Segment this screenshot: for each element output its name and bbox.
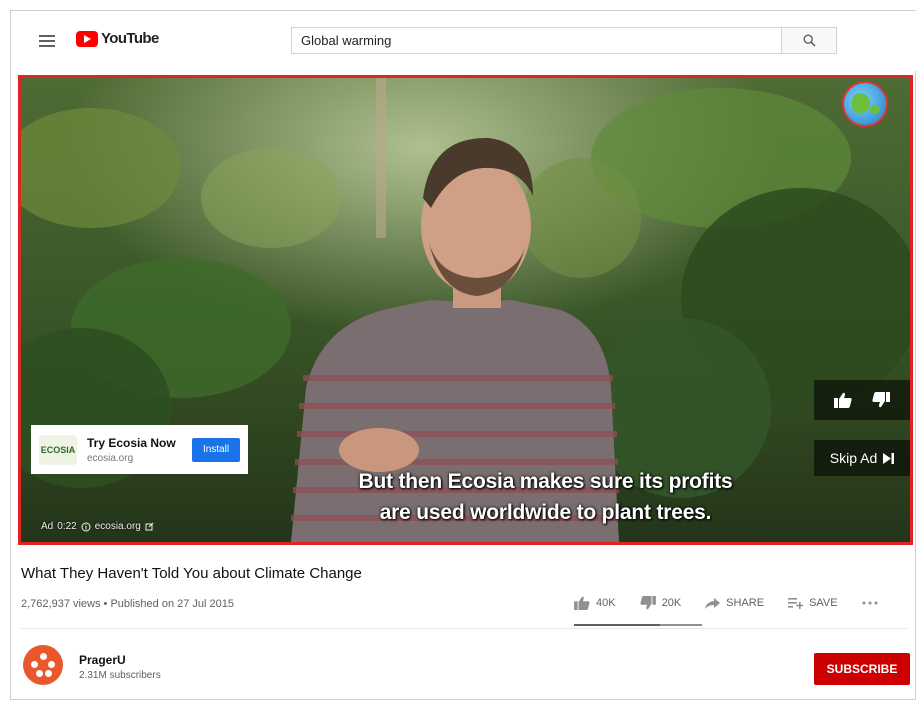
ad-domain[interactable]: ecosia.org [95, 521, 141, 532]
skip-ad-button[interactable]: Skip Ad [814, 440, 910, 476]
thumbs-down-icon[interactable] [872, 392, 890, 408]
thumbs-up-icon [574, 596, 590, 610]
search-input[interactable] [291, 27, 781, 54]
more-horizontal-icon [862, 601, 878, 605]
youtube-window: YouTube Global warming But then Ecosia m… [10, 10, 917, 700]
video-player[interactable]: But then Ecosia makes sure its profits a… [18, 75, 913, 545]
more-actions-button[interactable] [862, 601, 878, 605]
ad-feedback-box [814, 380, 910, 420]
ecosia-logo: ECOSIA [39, 434, 77, 465]
youtube-play-icon [76, 30, 98, 47]
sentiment-bar [574, 624, 702, 626]
divider [21, 628, 907, 629]
like-button[interactable]: 40K [574, 596, 616, 610]
info-icon[interactable] [81, 522, 91, 532]
subscriber-count: 2.31M subscribers [79, 670, 161, 681]
subscribe-button[interactable]: SUBSCRIBE [814, 653, 910, 685]
thumbs-down-icon [640, 596, 656, 610]
ecosia-earth-icon [842, 81, 888, 127]
save-button[interactable]: SAVE [788, 597, 838, 609]
sentiment-bar-fill [574, 624, 660, 626]
ad-card-url: ecosia.org [87, 452, 134, 464]
ad-card-title: Try Ecosia Now [87, 435, 176, 450]
top-bar: YouTube [11, 11, 917, 71]
logo-text: YouTube [101, 30, 159, 47]
search-icon [802, 34, 816, 47]
video-meta: 2,762,937 views • Published on 27 Jul 20… [21, 598, 235, 610]
ad-info: Ad 0:22 ecosia.org [41, 521, 154, 532]
skip-ad-label: Skip Ad [829, 450, 878, 466]
share-arrow-icon [705, 597, 721, 609]
video-title: What They Haven't Told You about Climate… [21, 565, 362, 582]
ad-card-text: Try Ecosia Now ecosia.org [87, 436, 192, 464]
ad-overlay-card[interactable]: ECOSIA Try Ecosia Now ecosia.org Install [31, 425, 248, 474]
ad-countdown: 0:22 [57, 521, 77, 532]
playlist-add-icon [788, 597, 804, 609]
search-bar [291, 27, 837, 54]
thumbs-up-icon[interactable] [834, 392, 852, 408]
menu-icon[interactable] [39, 35, 55, 47]
dislike-button[interactable]: 20K [640, 596, 682, 610]
share-button[interactable]: SHARE [705, 597, 764, 609]
channel-name[interactable]: PragerU [79, 653, 126, 667]
youtube-logo[interactable]: YouTube [76, 30, 159, 47]
like-count: 40K [596, 597, 616, 609]
video-actions: 40K 20K SHARE SAVE [574, 596, 878, 610]
search-button[interactable] [781, 27, 837, 54]
ad-label: Ad [41, 521, 54, 532]
skip-next-icon [883, 452, 895, 464]
install-button[interactable]: Install [192, 437, 240, 462]
external-link-icon[interactable] [145, 522, 154, 531]
share-label: SHARE [726, 597, 765, 609]
dislike-count: 20K [661, 597, 682, 609]
save-label: SAVE [809, 597, 838, 609]
caption-line-2: are used worldwide to plant trees. [379, 501, 712, 524]
channel-avatar[interactable] [23, 645, 63, 685]
